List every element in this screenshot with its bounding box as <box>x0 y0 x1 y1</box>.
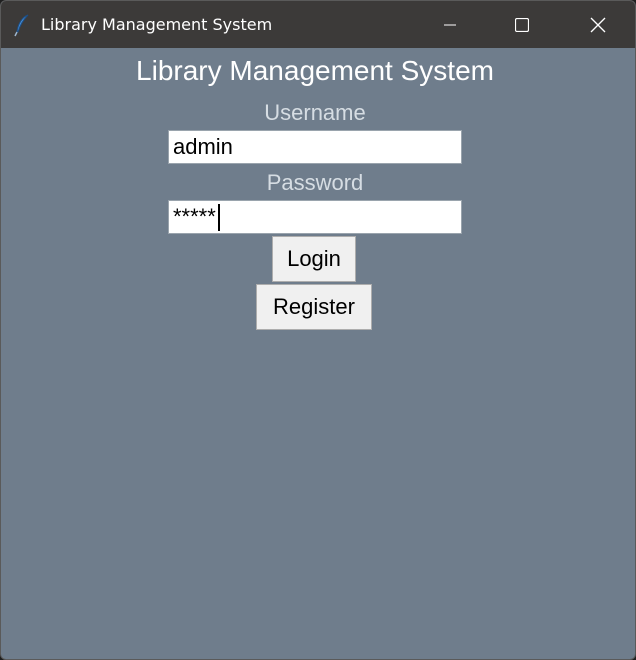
login-form: Library Management System Username Passw… <box>1 48 635 659</box>
page-title: Library Management System <box>136 55 494 86</box>
maximize-icon <box>515 17 529 32</box>
minimize-button[interactable] <box>415 1 485 48</box>
close-button[interactable] <box>563 1 633 48</box>
window-title: Library Management System <box>41 15 273 34</box>
login-button[interactable]: Login <box>272 236 356 282</box>
username-label: Username <box>264 100 366 125</box>
minimize-icon <box>443 18 457 32</box>
feather-app-icon <box>13 13 31 37</box>
text-cursor <box>218 204 220 231</box>
app-window: Library Management System Library Manage… <box>0 0 636 660</box>
register-button[interactable]: Register <box>256 284 372 330</box>
close-icon <box>590 17 606 33</box>
password-label: Password <box>266 170 364 195</box>
title-bar[interactable]: Library Management System <box>1 1 635 48</box>
maximize-button[interactable] <box>487 1 557 48</box>
username-field[interactable] <box>168 130 462 164</box>
password-field[interactable] <box>168 200 462 234</box>
